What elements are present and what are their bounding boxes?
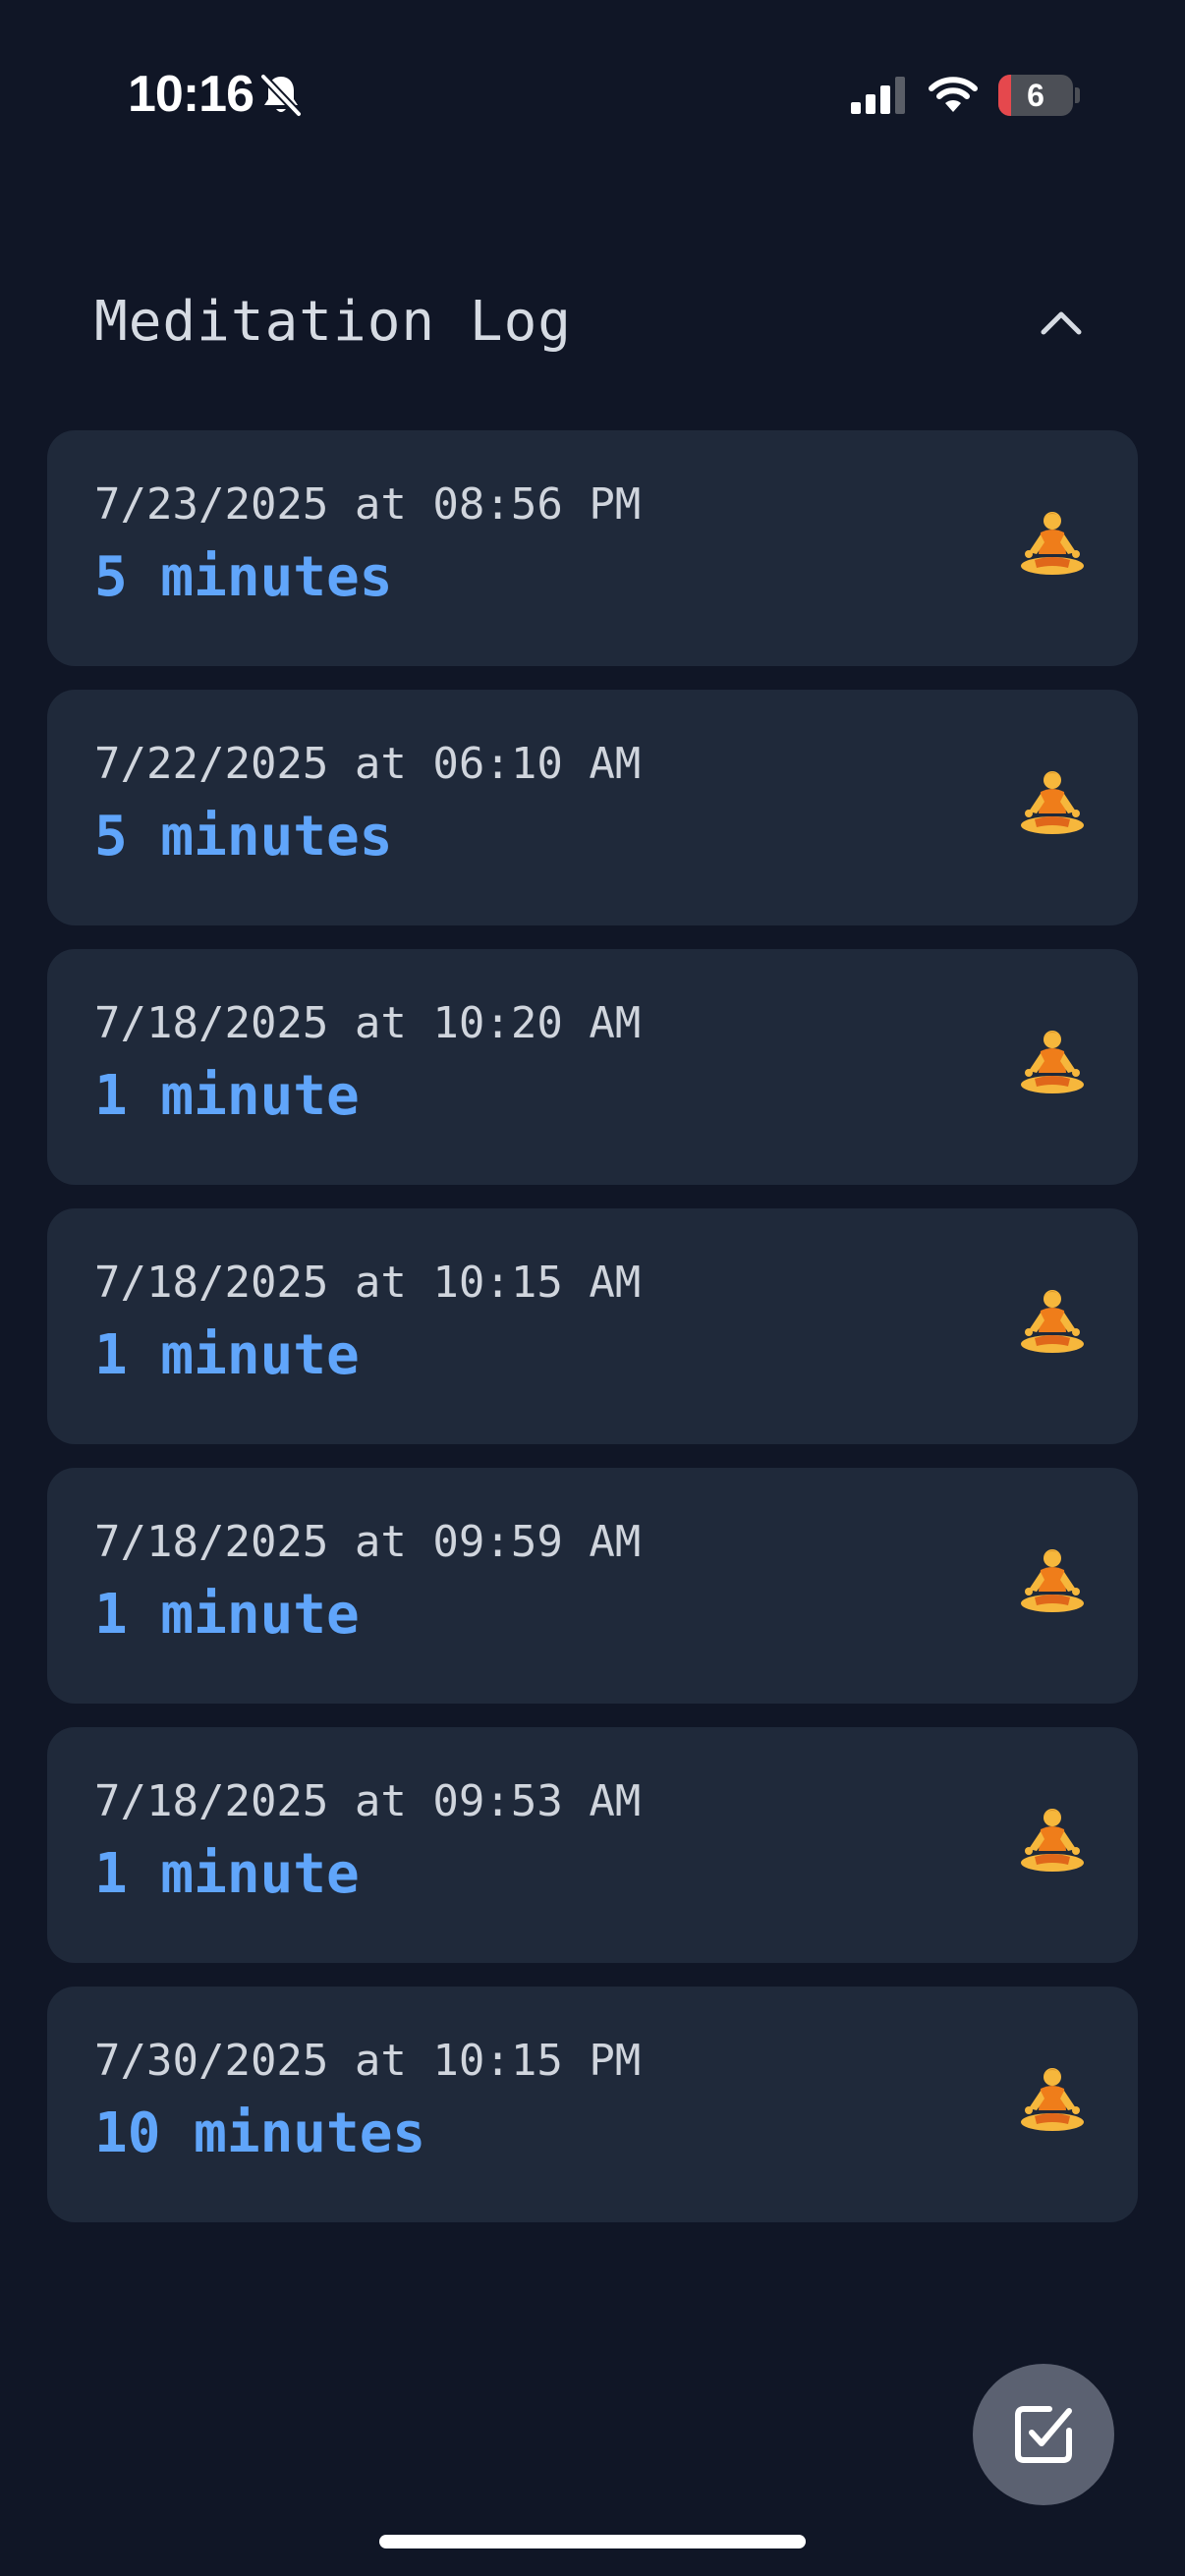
collapse-button[interactable] <box>1022 291 1100 354</box>
chevron-up-icon <box>1041 311 1082 335</box>
log-date: 7/23/2025 at 08:56 PM <box>94 479 642 530</box>
log-duration: 1 minute <box>94 1583 360 1647</box>
meditation-icon <box>1015 2065 1090 2140</box>
meditation-icon <box>1015 1287 1090 1362</box>
home-indicator[interactable] <box>379 2535 806 2548</box>
log-card[interactable]: 7/23/2025 at 08:56 PM 5 minutes <box>47 430 1138 666</box>
log-duration: 5 minutes <box>94 545 393 609</box>
log-date: 7/18/2025 at 09:59 AM <box>94 1517 642 1567</box>
add-entry-button[interactable] <box>973 2364 1114 2505</box>
log-date: 7/18/2025 at 09:53 AM <box>94 1776 642 1826</box>
log-duration: 1 minute <box>94 1842 360 1906</box>
status-time: 10:16 <box>128 66 254 123</box>
wifi-icon <box>929 77 978 112</box>
log-card[interactable]: 7/18/2025 at 09:53 AM 1 minute <box>47 1727 1138 1963</box>
log-date: 7/22/2025 at 06:10 AM <box>94 739 642 789</box>
log-card[interactable]: 7/18/2025 at 10:15 AM 1 minute <box>47 1208 1138 1444</box>
battery-level: 6 <box>1027 78 1044 113</box>
log-card[interactable]: 7/22/2025 at 06:10 AM 5 minutes <box>47 690 1138 925</box>
status-bar: 10:16 6 <box>0 0 1185 196</box>
checkbox-edit-icon <box>1015 2406 1072 2463</box>
bell-muted-icon <box>259 73 303 118</box>
log-date: 7/18/2025 at 10:15 AM <box>94 1258 642 1308</box>
meditation-log-list: 7/23/2025 at 08:56 PM 5 minutes 7/22/2025 … <box>47 430 1138 2246</box>
meditation-icon <box>1015 1028 1090 1102</box>
log-duration: 10 minutes <box>94 2101 426 2165</box>
meditation-icon <box>1015 1546 1090 1621</box>
meditation-icon <box>1015 1806 1090 1880</box>
log-card[interactable]: 7/30/2025 at 10:15 PM 10 minutes <box>47 1987 1138 2222</box>
cellular-signal-icon <box>851 77 905 114</box>
meditation-icon <box>1015 509 1090 584</box>
log-card[interactable]: 7/18/2025 at 09:59 AM 1 minute <box>47 1468 1138 1704</box>
page-title: Meditation Log <box>94 290 573 354</box>
log-date: 7/30/2025 at 10:15 PM <box>94 2036 642 2086</box>
log-duration: 1 minute <box>94 1064 360 1128</box>
battery-icon: 6 <box>998 75 1080 116</box>
log-card[interactable]: 7/18/2025 at 10:20 AM 1 minute <box>47 949 1138 1185</box>
meditation-icon <box>1015 768 1090 843</box>
log-duration: 5 minutes <box>94 805 393 868</box>
log-date: 7/18/2025 at 10:20 AM <box>94 998 642 1048</box>
log-duration: 1 minute <box>94 1323 360 1387</box>
